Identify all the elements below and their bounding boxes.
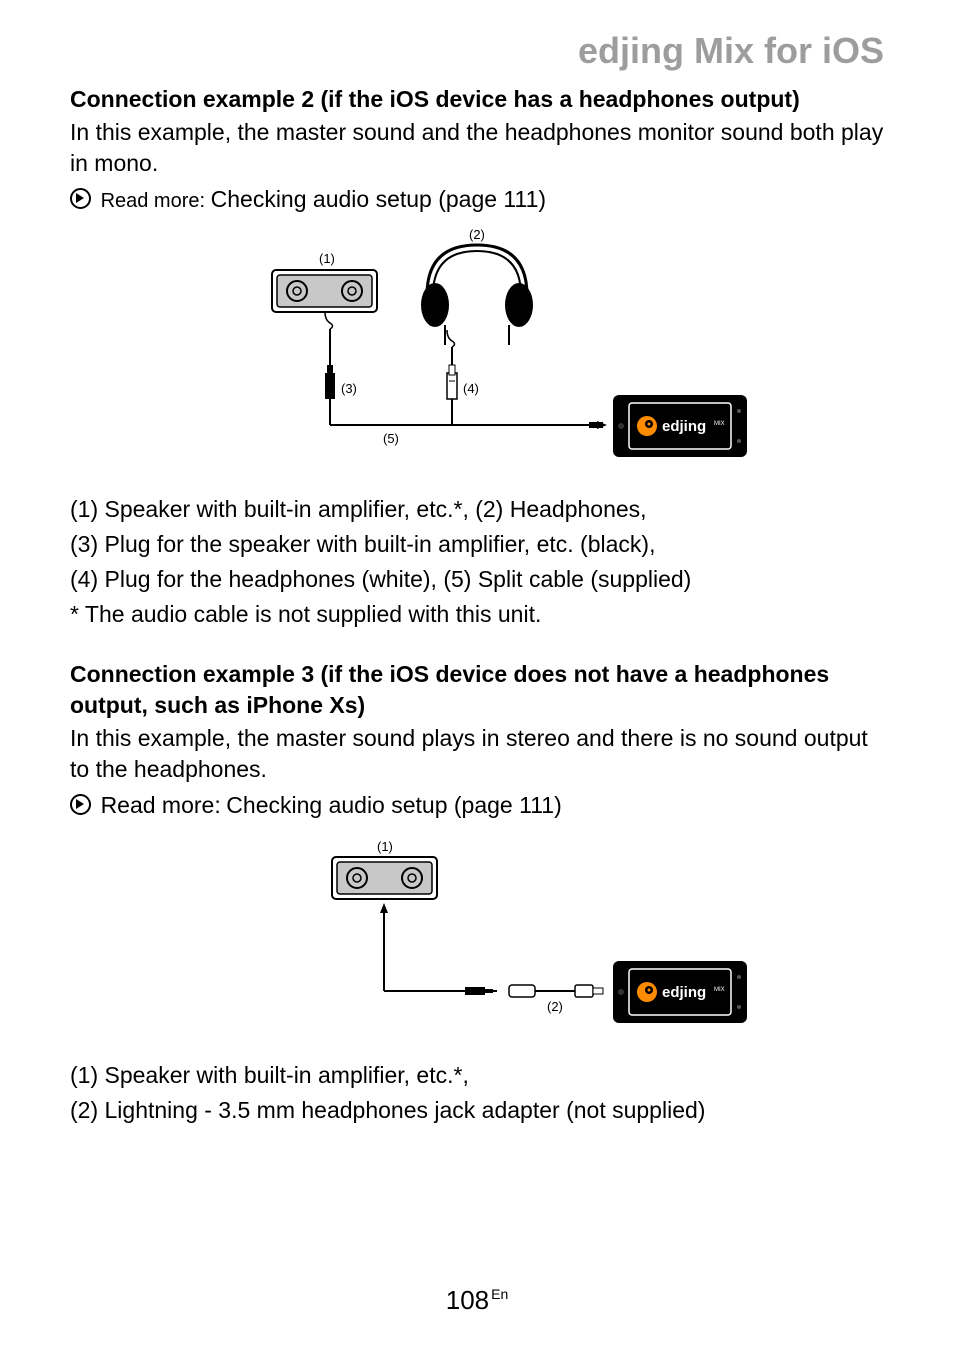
section1-legend-1: (3) Plug for the speaker with built-in a…: [70, 529, 884, 560]
section2-heading: Connection example 3 (if the iOS device …: [70, 659, 884, 721]
section2-legend-0: (1) Speaker with built-in amplifier, etc…: [70, 1060, 884, 1091]
white-plug-icon: [447, 365, 457, 399]
readmore-label: Read more:: [101, 190, 206, 212]
section2-para: In this example, the master sound plays …: [70, 723, 884, 785]
figure1-svg: (1) (3) (2): [197, 225, 757, 475]
section1-para: In this example, the master sound and th…: [70, 117, 884, 179]
fig2-label-2: (2): [547, 999, 563, 1014]
fig1-label-2: (2): [469, 227, 485, 242]
device-brand-sup: MIX: [714, 421, 725, 427]
readmore-icon: [70, 794, 91, 815]
section1-legend-3: * The audio cable is not supplied with t…: [70, 599, 884, 630]
page-lang: En: [491, 1286, 508, 1302]
figure-2: (1) (2): [70, 831, 884, 1046]
device-brand: edjing: [662, 418, 706, 435]
readmore-label: Read more:: [101, 792, 221, 818]
readmore-link[interactable]: Checking audio setup (page 111): [226, 792, 561, 818]
page-header: edjing Mix for iOS: [70, 30, 884, 72]
section1-heading: Connection example 2 (if the iOS device …: [70, 84, 884, 115]
readmore-icon: [70, 188, 91, 209]
speaker-icon: [332, 857, 437, 899]
headphones-icon: [421, 245, 533, 345]
figure-1: (1) (3) (2): [70, 225, 884, 480]
fig2-label-1: (1): [377, 839, 393, 854]
device-brand: edjing: [662, 984, 706, 1001]
fig1-label-1: (1): [319, 251, 335, 266]
arrowhead-up-icon: [380, 903, 388, 913]
speaker-icon: [272, 270, 377, 312]
section1-legend-0: (1) Speaker with built-in amplifier, etc…: [70, 494, 884, 525]
cable-squiggle-icon: [325, 312, 333, 329]
fig1-label-3: (3): [341, 381, 357, 396]
black-plug-icon: [325, 365, 335, 399]
fig1-label-4: (4): [463, 381, 479, 396]
figure2-svg: (1) (2): [197, 831, 757, 1041]
section1-legend-2: (4) Plug for the headphones (white), (5)…: [70, 564, 884, 595]
section2-readmore: Read more: Checking audio setup (page 11…: [70, 789, 884, 821]
device-brand-sup: MIX: [714, 987, 725, 993]
readmore-link[interactable]: Checking audio setup (page 111): [211, 186, 546, 212]
section2-legend-1: (2) Lightning - 3.5 mm headphones jack a…: [70, 1095, 884, 1126]
fig1-label-5: (5): [383, 431, 399, 446]
page-footer: 108En: [0, 1285, 954, 1316]
jack-plug-icon: [465, 987, 497, 995]
section1-readmore: Read more: Checking audio setup (page 11…: [70, 183, 884, 215]
cable-squiggle2-icon: [447, 330, 455, 347]
page-number: 108: [446, 1285, 489, 1315]
lightning-adapter-icon: [509, 985, 603, 997]
